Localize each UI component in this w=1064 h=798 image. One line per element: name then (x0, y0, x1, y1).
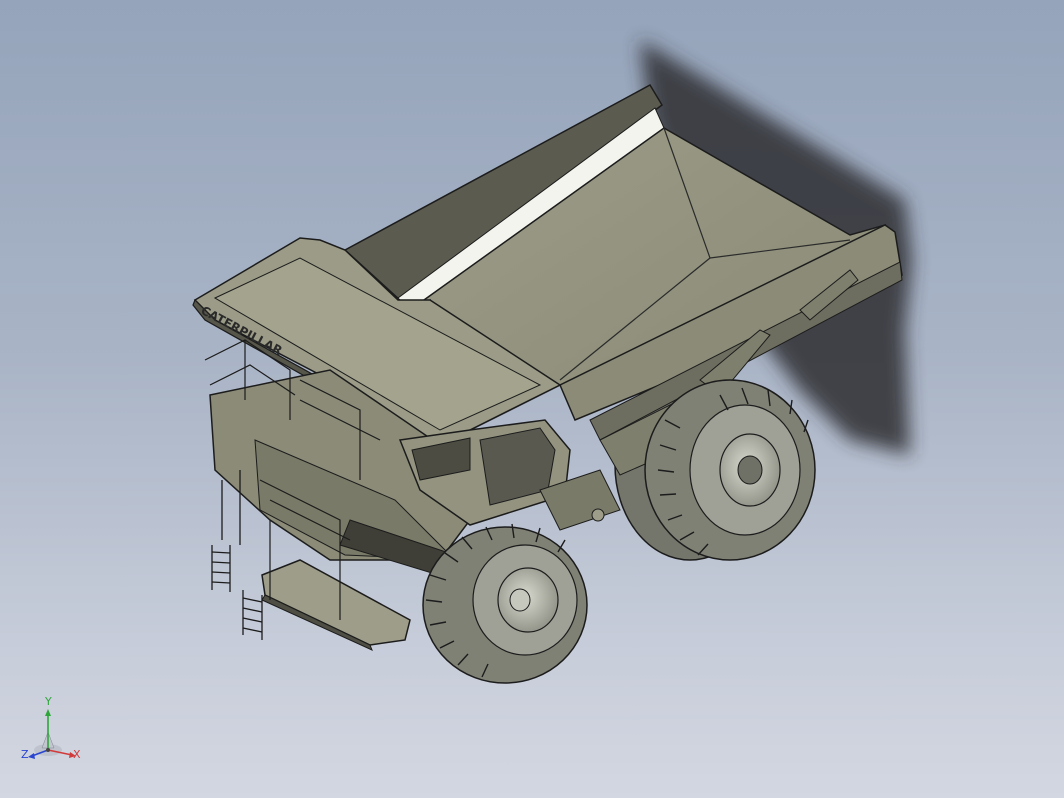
3d-graphics-viewport[interactable]: CATERPILLAR Y X Z (0, 0, 1064, 798)
view-orientation-triad: Y X Z (20, 696, 90, 770)
y-axis-label: Y (45, 695, 52, 708)
haul-truck-model[interactable]: CATERPILLAR (0, 0, 1064, 798)
rear-wheel (644, 379, 816, 561)
x-axis-label: X (73, 748, 81, 761)
z-axis-label: Z (21, 748, 29, 761)
